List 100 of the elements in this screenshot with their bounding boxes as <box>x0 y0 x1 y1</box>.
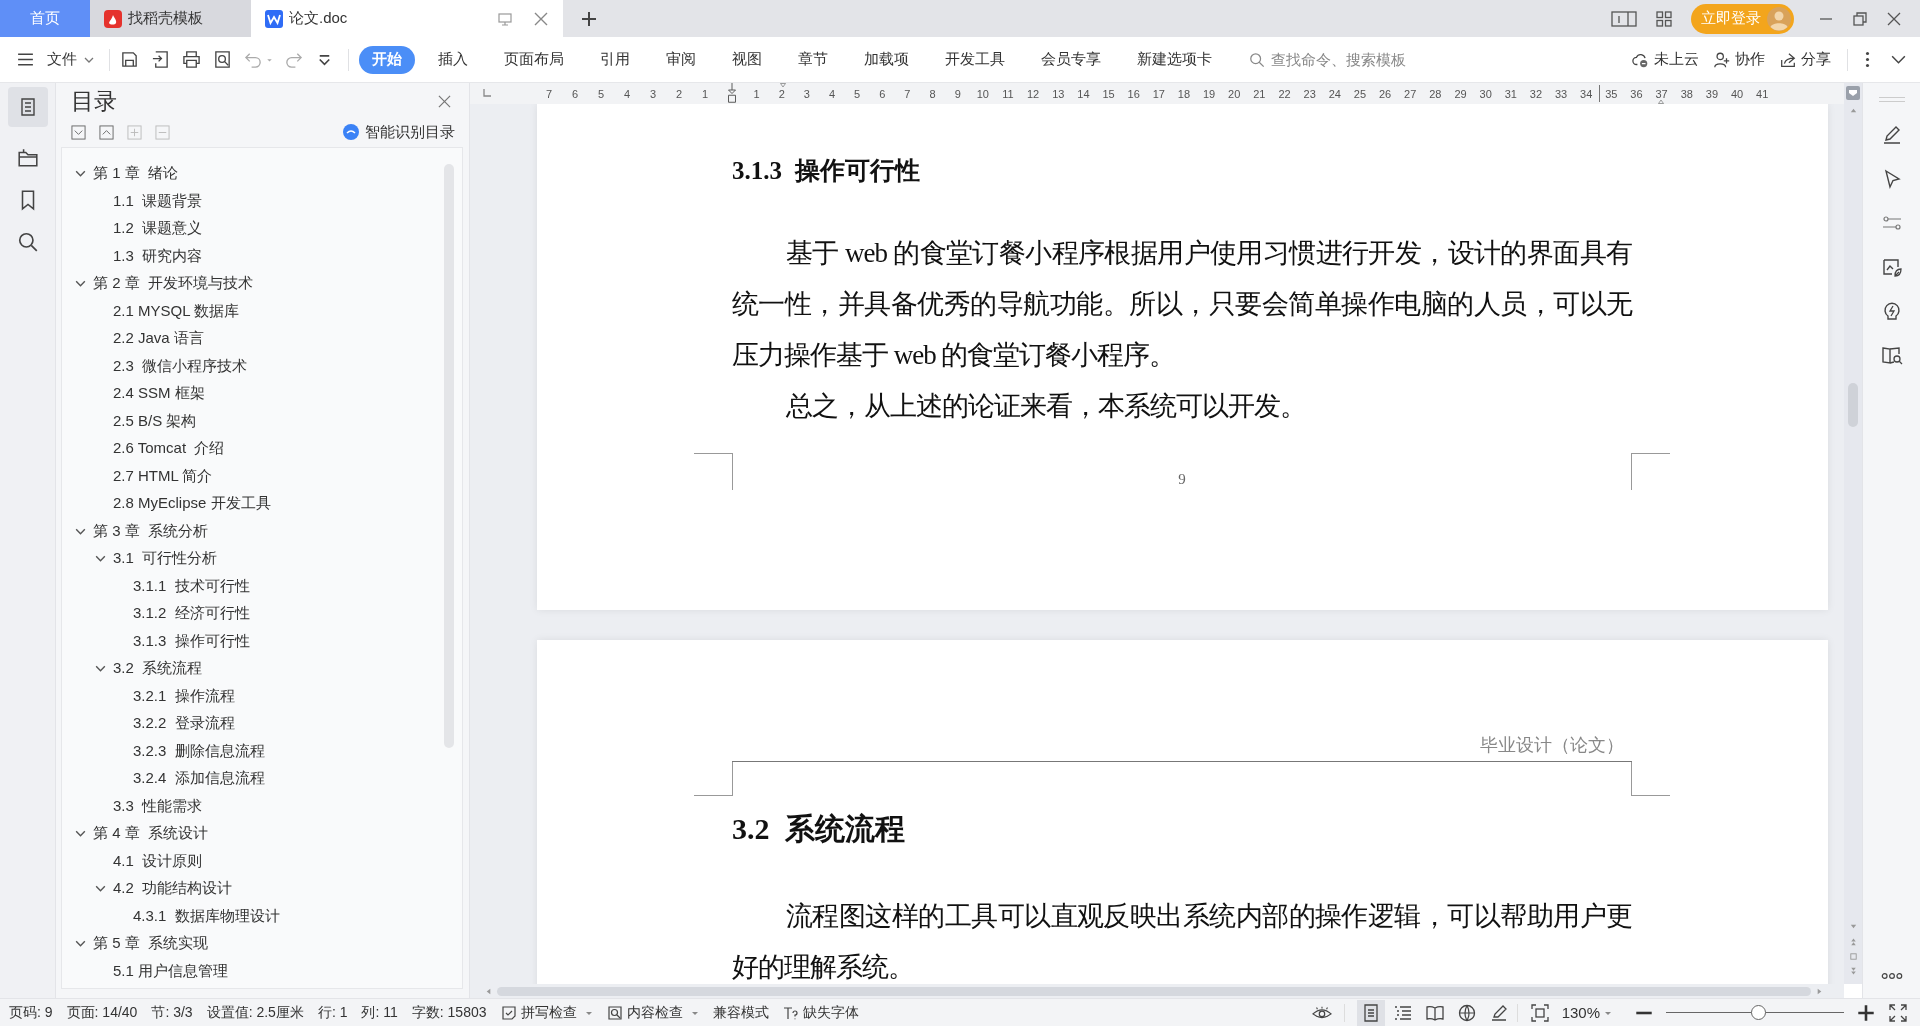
close-icon[interactable] <box>438 94 451 108</box>
toc-entry[interactable]: 3.2.2 登录流程 <box>62 710 444 738</box>
toc-entry[interactable]: 3.1.1 技术可行性 <box>62 572 444 600</box>
collapse-icon[interactable] <box>71 124 86 140</box>
restore-icon[interactable] <box>1852 10 1868 27</box>
ruler-number: 25 <box>1352 89 1368 99</box>
toolbar-action[interactable]: 未上云 <box>1632 50 1699 69</box>
toc-entry[interactable]: 3.2.1 操作流程 <box>62 682 444 710</box>
export-icon[interactable] <box>151 50 170 69</box>
ribbon-tab[interactable]: 开发工具 <box>932 45 1018 74</box>
ribbon-tab[interactable]: 页面布局 <box>491 45 577 74</box>
ruler-number: 18 <box>1176 89 1192 99</box>
page-number: 9 <box>1178 471 1186 487</box>
missing-fonts-button[interactable]: 缺失字体 <box>782 1003 859 1022</box>
ribbon-tab[interactable]: 章节 <box>785 45 841 74</box>
smart-toc-button[interactable]: 智能识别目录 <box>342 122 455 142</box>
ribbon-tab[interactable]: 引用 <box>587 45 643 74</box>
status-button[interactable]: 内容检查 <box>606 1003 699 1022</box>
ruler-number: 20 <box>1227 89 1242 99</box>
close-icon[interactable] <box>533 10 549 27</box>
print-preview-icon[interactable] <box>213 50 232 69</box>
toc-entry[interactable]: 第 1 章 绪论 <box>62 160 444 188</box>
first-line-indent-marker[interactable] <box>778 83 788 88</box>
tablet-icon[interactable] <box>1611 9 1637 28</box>
ribbon-tab[interactable]: 会员专享 <box>1028 45 1114 74</box>
document-tab[interactable]: 论文.doc <box>251 0 563 37</box>
toc-entry[interactable]: 2.3 微信小程序技术 <box>62 352 444 380</box>
close-icon[interactable] <box>1886 10 1902 27</box>
share-icon <box>1779 50 1797 69</box>
search-icon[interactable] <box>16 231 39 253</box>
toolbar-action[interactable]: 分享 <box>1779 50 1831 69</box>
toc-entry[interactable]: 1.1 课题背景 <box>62 187 444 215</box>
ruler[interactable]: 7 6 5 4 3 2 1 1 2 3 4 5 6 7 8 9 10 11 12 13 14 15 16 17 18 19 20 21 22 23 24 25 26 27 28 29 30 31 32 33 34 35 36 37 38 39 40 41 <box>470 83 1844 104</box>
toc-panel-button[interactable] <box>7 87 48 127</box>
ruler-number: 21 <box>1252 89 1267 99</box>
toc-entry[interactable]: 3.2.3 删除信息流程 <box>62 737 444 765</box>
toc-entry[interactable]: 4.2 功能结构设计 <box>62 875 444 903</box>
toc-entry[interactable]: 1.3 研究内容 <box>62 242 444 270</box>
status-button[interactable]: 拼写检查 <box>500 1003 593 1022</box>
toc-entry[interactable]: 第 2 章 开发环境与技术 <box>62 270 444 298</box>
toc-entry[interactable]: 3.1.2 经济可行性 <box>62 600 444 628</box>
menu-icon[interactable] <box>16 50 35 69</box>
ribbon-tab[interactable]: 视图 <box>719 45 775 74</box>
ruler-number: 41 <box>1755 89 1770 99</box>
new-tab-icon[interactable] <box>581 10 597 27</box>
save-icon[interactable] <box>120 50 139 69</box>
toc-entry[interactable]: 2.4 SSM 框架 <box>62 380 444 408</box>
book-search-icon[interactable] <box>1880 344 1903 366</box>
image-leaf-icon[interactable] <box>1880 256 1903 278</box>
ruler-number: 24 <box>1327 89 1342 99</box>
more-icon[interactable] <box>1880 972 1903 980</box>
toc-entry[interactable]: 4.3.1 数据库物理设计 <box>62 902 444 930</box>
paragraph: 基于 web 的食堂订餐小程序根据用户使用习惯进行开发，设计的界面具有统一性，并具备优秀的导航功能。所以，只要会简单操作电脑的人员，可以无压力操作基于 web 的食堂订餐小程序。 <box>732 237 1632 372</box>
print-icon[interactable] <box>182 50 201 69</box>
toc-entry[interactable]: 3.1.3 操作可行性 <box>62 627 444 655</box>
ruler-number: 19 <box>1201 89 1217 99</box>
ribbon-tab[interactable]: 新建选项卡 <box>1124 45 1225 74</box>
toc-entry[interactable]: 第 3 章 系统分析 <box>62 517 444 545</box>
document-tab[interactable]: 找稻壳模板 <box>90 0 251 37</box>
compat-mode-label[interactable]: 兼容模式 <box>712 1003 769 1022</box>
section-heading: 3.2 系统流程 <box>732 811 906 847</box>
indent-marker[interactable] <box>726 83 738 104</box>
search-field[interactable]: 查找命令、搜索模板 <box>1249 50 1449 69</box>
ruler-number: 14 <box>1076 89 1091 99</box>
toc-entry[interactable]: 2.1 MYSQL 数据库 <box>62 297 444 325</box>
toc-entry[interactable]: 3.3 性能需求 <box>62 792 444 820</box>
zoom-dropdown[interactable]: 130% <box>1561 1004 1612 1021</box>
toc-entry[interactable]: 第 4 章 系统设计 <box>62 820 444 848</box>
toc-entry[interactable]: 5.1 用户信息管理 <box>62 957 444 985</box>
toc-entry[interactable]: 2.7 HTML 简介 <box>62 462 444 490</box>
paragraph: 总之，从上述的论证来看，本系统可以开发。 <box>785 390 1307 423</box>
file-menu[interactable]: 文件 <box>47 50 77 69</box>
toc-entry[interactable]: 3.1 可行性分析 <box>62 545 444 573</box>
zoom-in-icon[interactable] <box>1856 1003 1876 1022</box>
toc-entry[interactable]: 3.2.4 添加信息流程 <box>62 765 444 793</box>
fit-page-icon[interactable] <box>1529 1003 1550 1022</box>
ribbon-tab[interactable]: 插入 <box>425 45 481 74</box>
folder-icon[interactable] <box>16 147 39 169</box>
right-indent-marker[interactable] <box>1656 99 1666 104</box>
toc-entry[interactable]: 1.2 课题意义 <box>62 215 444 243</box>
ruler-number: 11 <box>1001 89 1015 99</box>
toc-entry[interactable]: 2.5 B/S 架构 <box>62 407 444 435</box>
toolbar-action[interactable]: 协作 <box>1713 50 1765 69</box>
horizontal-scrollbar[interactable] <box>470 984 1844 998</box>
ribbon-tab[interactable]: 加载项 <box>851 45 922 74</box>
ruler-toggle-icon[interactable] <box>1846 86 1860 100</box>
fullscreen-icon[interactable] <box>1888 1003 1908 1022</box>
view-mode-button[interactable] <box>1356 999 1385 1026</box>
ruler-number: 7 <box>903 89 912 99</box>
ruler-number: 3 <box>648 89 658 99</box>
toc-entry[interactable]: 3.2 系统流程 <box>62 655 444 683</box>
expand-icon[interactable] <box>99 124 114 140</box>
toc-entry[interactable]: 2.6 Tomcat 介绍 <box>62 435 444 463</box>
toc-entry[interactable]: 2.8 MyEclipse 开发工具 <box>62 490 444 518</box>
vertical-scrollbar[interactable] <box>1844 83 1862 984</box>
toc-entry[interactable]: 4.1 设计原则 <box>62 847 444 875</box>
toc-entry[interactable]: 第 5 章 系统实现 <box>62 930 444 958</box>
ruler-number: 4 <box>827 89 837 99</box>
toc-entry[interactable]: 2.2 Java 语言 <box>62 325 444 353</box>
ribbon-tab[interactable]: 审阅 <box>653 45 709 74</box>
